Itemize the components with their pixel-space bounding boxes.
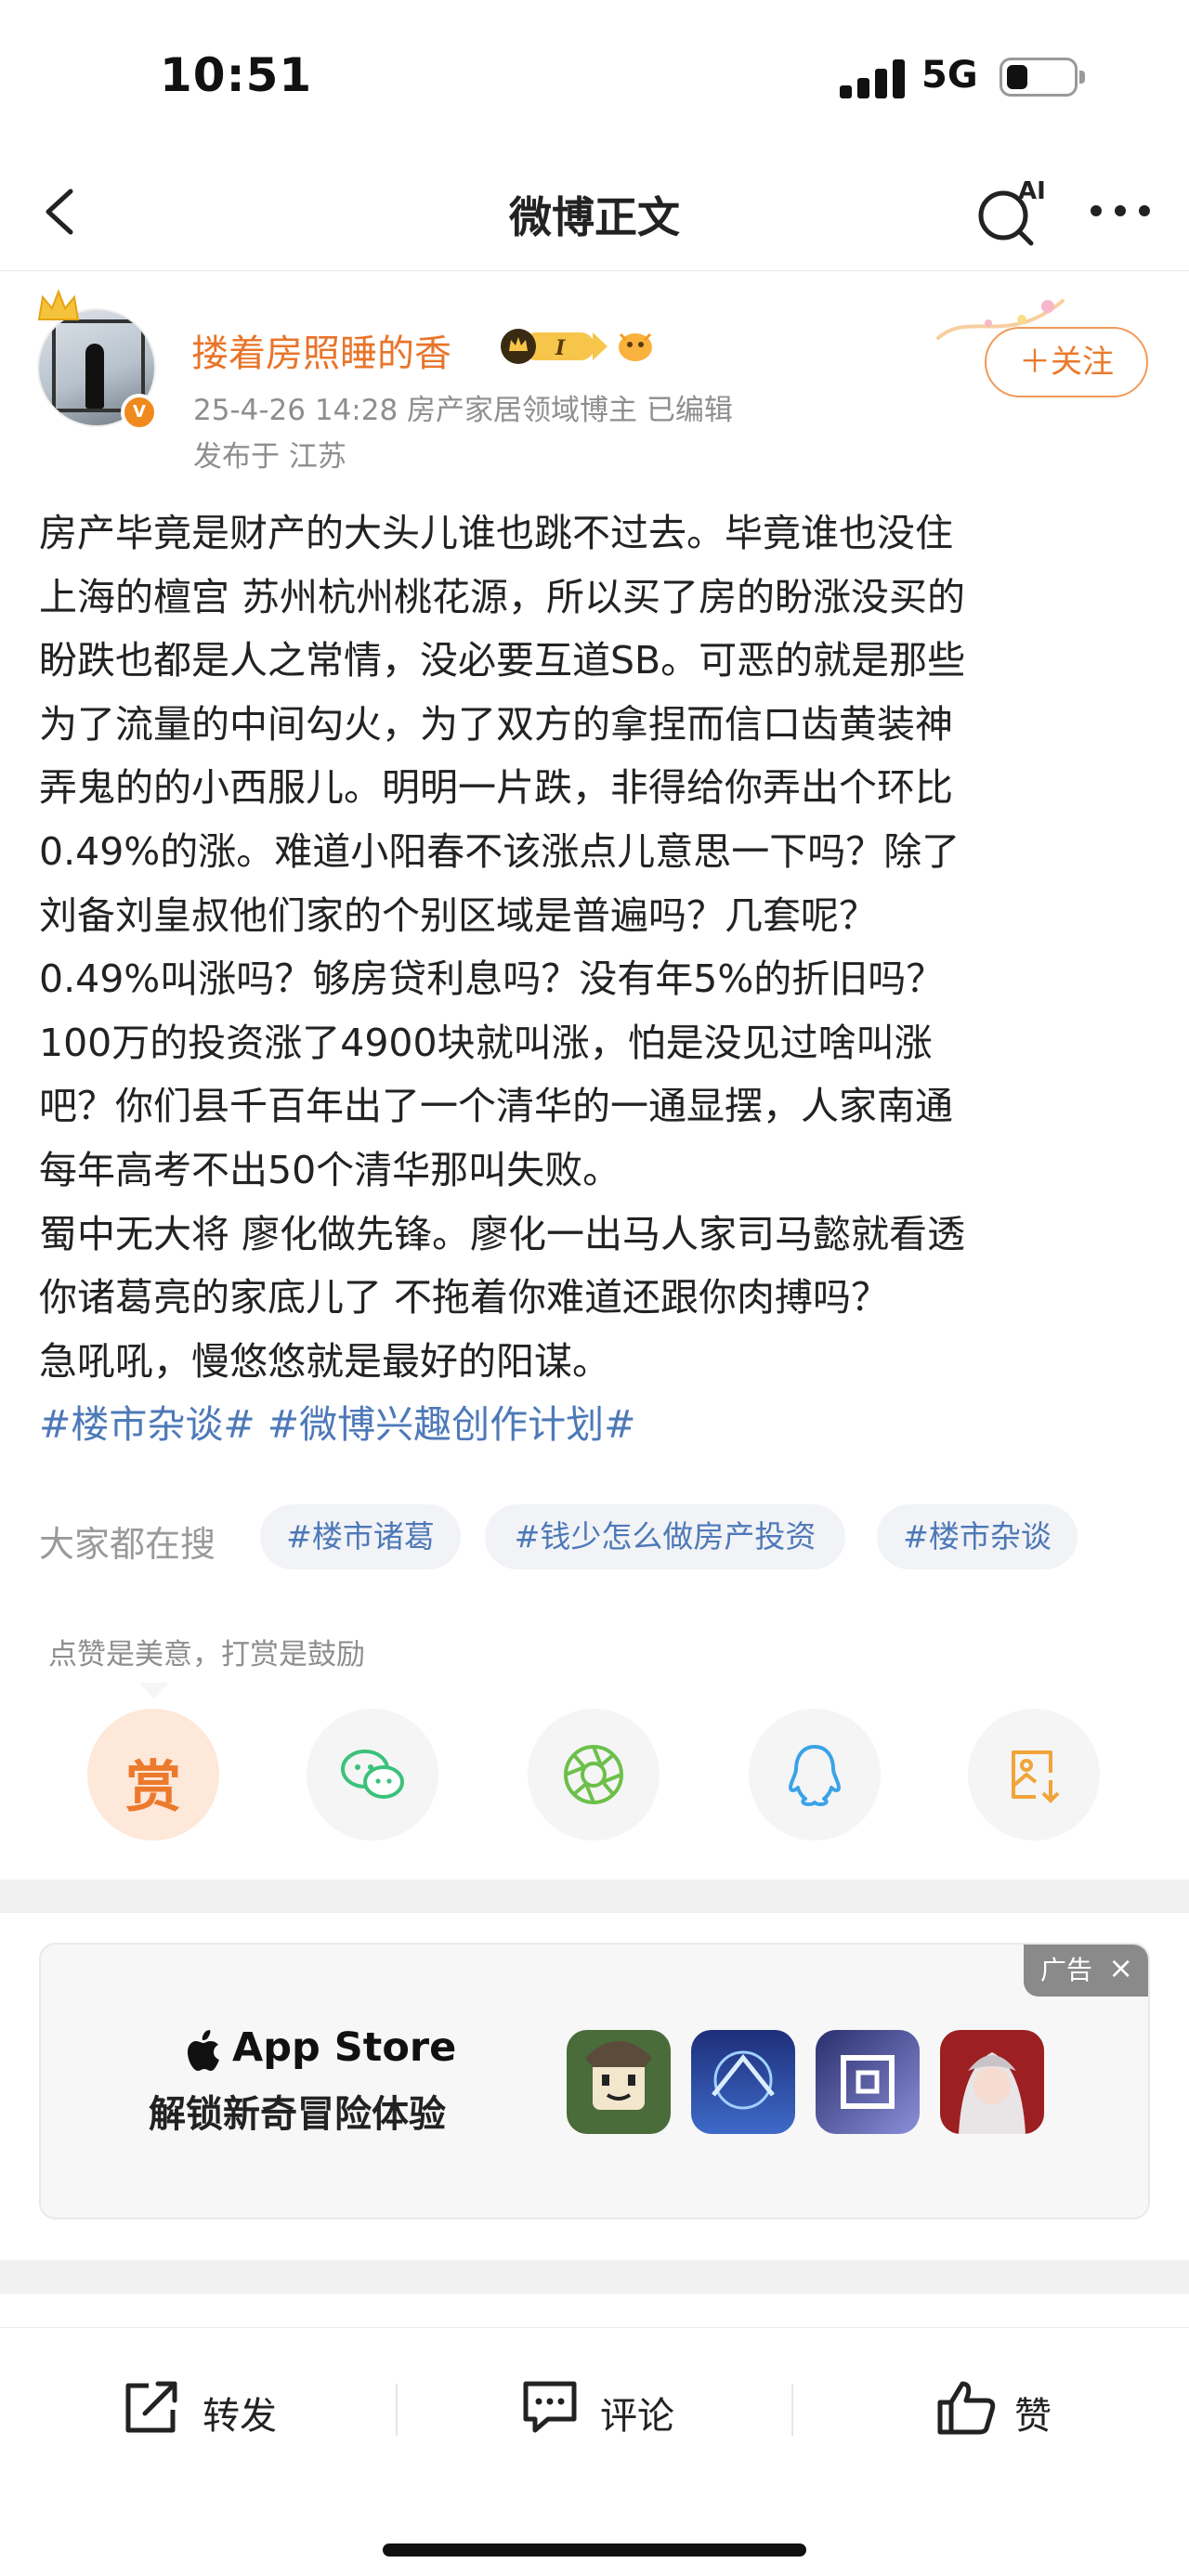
save-image-button[interactable] — [968, 1709, 1100, 1841]
comment-icon — [523, 2381, 577, 2433]
game-app-icon[interactable] — [816, 2030, 920, 2134]
repost-icon — [125, 2381, 177, 2433]
post-line: 上海的檀宫 苏州杭州桃花源，所以买了房的盼涨没买的 — [39, 574, 966, 619]
post-line: 为了流量的中间勾火，为了双方的拿捏而信口齿黄装神 — [39, 701, 953, 747]
post-line: 每年高考不出50个清华那叫失败。 — [39, 1147, 621, 1192]
post-line: 房产毕竟是财产的大头儿谁也跳不过去。毕竟谁也没住 — [39, 511, 953, 555]
post-line: 0.49%叫涨吗？够房贷利息吗？没有年5%的折旧吗？ — [39, 956, 945, 1002]
section-divider — [0, 2260, 1189, 2294]
share-moments-button[interactable] — [528, 1709, 660, 1841]
section-divider — [0, 1880, 1189, 1913]
post-line: 蜀中无大将 廖化做先锋。廖化一出马人家司马懿就看透 — [39, 1211, 966, 1256]
hot-search-tag[interactable]: #楼市诸葛 — [260, 1504, 461, 1569]
post-line: 弄鬼的的小西服儿。明明一片跌，非得给你弄出个环比 — [39, 765, 953, 811]
repost-button[interactable]: 转发 — [121, 2369, 288, 2443]
post-line: 0.49%的涨。难道小阳春不该涨点儿意思一下吗？除了 — [39, 828, 960, 874]
wechat-icon — [341, 1750, 404, 1799]
apple-logo-icon — [188, 2030, 219, 2071]
thumbs-up-icon — [937, 2381, 996, 2435]
status-time: 10:51 — [160, 48, 313, 102]
ai-search-icon[interactable]: AI — [975, 176, 1046, 247]
level-icon — [619, 332, 652, 361]
qq-icon — [789, 1745, 841, 1806]
reward-hint-caret — [139, 1683, 169, 1699]
moments-icon — [564, 1745, 623, 1804]
status-bar: 10:51 5G — [0, 0, 1189, 158]
game-app-icon[interactable] — [940, 2030, 1044, 2134]
home-indicator[interactable] — [383, 2543, 806, 2556]
like-label: 赞 — [1014, 2395, 1052, 2438]
share-qq-button[interactable] — [749, 1709, 881, 1841]
post-line: 急吼吼，慢悠悠就是最好的阳谋。 — [39, 1338, 610, 1384]
hot-search-tag[interactable]: #楼市杂谈 — [877, 1504, 1078, 1569]
ad-badge-label: 广告 — [1040, 1955, 1093, 1985]
post-line: 100万的投资涨了4900块就叫涨，怕是没见过啥叫涨 — [39, 1020, 933, 1065]
author-name[interactable]: 搂着房照睡的香 — [191, 323, 451, 377]
post-location: 发布于 江苏 — [193, 440, 346, 474]
network-type: 5G — [921, 54, 978, 97]
repost-label: 转发 — [203, 2395, 277, 2438]
crown-icon — [37, 289, 80, 320]
comment-button[interactable]: 评论 — [518, 2369, 686, 2443]
share-wechat-button[interactable] — [307, 1709, 438, 1841]
post-line: 你诸葛亮的家底儿了 不拖着你难道还跟你肉搏吗？ — [39, 1275, 890, 1321]
ad-card[interactable]: 广告 × App Store 解锁新奇冒险体验 — [39, 1943, 1150, 2219]
toolbar-divider — [791, 2384, 793, 2436]
reward-button-label: 赏 — [125, 1755, 181, 1820]
reward-hint: 点赞是美意，打赏是鼓励 — [48, 1638, 365, 1672]
comment-label: 评论 — [600, 2395, 674, 2438]
ai-label: AI — [1018, 177, 1046, 205]
post-content: 房产毕竟是财产的大头儿谁也跳不过去。毕竟谁也没住 上海的檀宫 苏州杭州桃花源，所… — [39, 501, 1154, 1457]
vip-badge-icon: I — [501, 329, 608, 364]
post-hashtags[interactable]: #楼市杂谈# #微博兴趣创作计划# — [39, 1393, 1154, 1457]
post-line: 刘备刘皇叔他们家的个别区域是普遍吗？几套呢？ — [39, 892, 877, 938]
post-line: 盼跌也都是人之常情，没必要互道SB。可恶的就是那些 — [39, 638, 966, 683]
ad-slogan: 解锁新奇冒险体验 — [149, 2093, 446, 2136]
bottom-toolbar: 转发 评论 赞 — [0, 2327, 1189, 2576]
hot-search-tag[interactable]: #钱少怎么做房产投资 — [485, 1504, 845, 1569]
post-line: 吧？你们县千百年出了一个清华的一通显摆，人家南通 — [39, 1084, 953, 1129]
toolbar-divider — [396, 2384, 398, 2436]
post-meta: 25-4-26 14:28 房产家居领域博主 已编辑 — [193, 394, 733, 427]
vip-level: I — [555, 336, 566, 360]
ad-close-icon[interactable]: × — [1108, 1950, 1133, 1985]
verified-badge-icon: V — [121, 394, 158, 431]
like-button[interactable]: 赞 — [934, 2369, 1102, 2443]
game-app-icon[interactable] — [567, 2030, 671, 2134]
battery-icon — [1000, 58, 1085, 97]
reward-button[interactable]: 赏 — [87, 1709, 219, 1841]
nav-bar: 微博正文 AI — [0, 158, 1189, 271]
ad-brand: App Store — [232, 2024, 457, 2071]
follow-button[interactable]: ＋关注 — [985, 327, 1148, 397]
author-header: V 搂着房照睡的香 I 25-4-26 14:28 房产家居领域博主 已编辑 发… — [0, 279, 1189, 483]
signal-icon — [840, 58, 907, 98]
more-icon[interactable] — [1085, 188, 1156, 234]
save-image-icon — [1012, 1750, 1060, 1803]
game-app-icon[interactable] — [691, 2030, 795, 2134]
hot-search-label: 大家都在搜 — [39, 1524, 216, 1565]
